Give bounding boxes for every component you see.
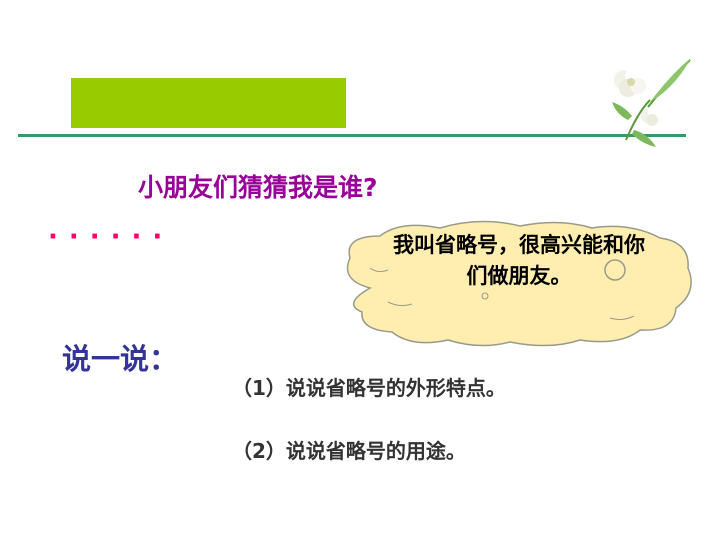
question-heading: 小朋友们猜猜我是谁? bbox=[138, 173, 378, 202]
ellipsis-dots: ······ bbox=[48, 222, 174, 252]
bubble-line-2: 们做朋友。 bbox=[466, 264, 572, 288]
task-item-2: （2）说说省略号的用途。 bbox=[232, 439, 466, 463]
say-section-title: 说一说： bbox=[62, 342, 179, 376]
task-item-1: （1）说说省略号的外形特点。 bbox=[232, 376, 506, 400]
bubble-line-1: 我叫省略号，很高兴能和你 bbox=[393, 233, 645, 257]
title-bar bbox=[71, 78, 346, 128]
flower-decoration-icon bbox=[612, 58, 691, 147]
divider-line bbox=[18, 134, 686, 137]
speech-bubble-text: 我叫省略号，很高兴能和你 们做朋友。 bbox=[344, 230, 694, 292]
